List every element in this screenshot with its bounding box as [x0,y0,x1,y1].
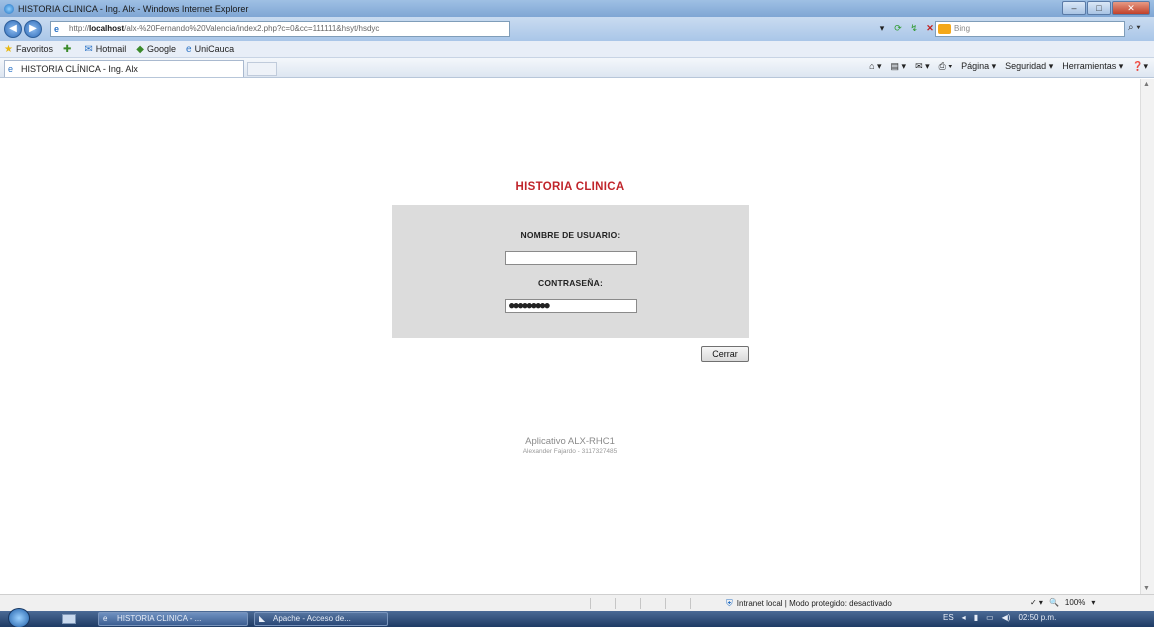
maximize-button[interactable]: □ [1087,1,1111,15]
url-prefix: http:// [69,24,90,33]
status-bar: ⛨ Intranet local | Modo protegido: desac… [0,594,1154,611]
favorites-bar: ★ Favoritos ✚ ✉ Hotmail ◆ Google e UniCa… [0,41,1154,58]
search-icon[interactable]: ⌕ ▾ [1128,22,1141,33]
mail-icon[interactable]: ✉ ▾ [915,61,930,72]
taskbar-item-label: HISTORIA CLINICA - ... [117,614,202,623]
search-input[interactable]: Bing [935,21,1125,37]
protected-mode-icon: ✓ ▾ [1030,598,1043,607]
security-zone[interactable]: ⛨ Intranet local | Modo protegido: desac… [726,598,892,609]
fav-link-label: Google [146,44,177,54]
dropdown-icon[interactable]: ▾ [875,21,889,35]
bing-icon [938,24,951,34]
favorites-label: Favoritos [15,44,53,54]
window-title: HISTORIA CLINICA - Ing. Alx - Windows In… [18,3,249,14]
zoom-level: 100% [1064,598,1086,607]
tab-label: HISTORIA CLÍNICA - Ing. Alx [21,64,138,74]
zoom-control[interactable]: ✓ ▾ 🔍 100% ▾ [1030,598,1101,607]
url-path: /alx-%20Fernando%20Valencia/index2.php?c… [124,24,380,33]
page-title: HISTORIA CLINICA [515,181,625,193]
password-field[interactable]: ●●●●●●●●● [505,299,637,313]
favorites-star-icon: ★ [4,43,13,55]
add-favorite-button[interactable]: ✚ [63,44,74,55]
add-favorite-icon: ✚ [62,43,72,55]
taskbar: e HISTORIA CLINICA - ... ◣ Apache - Acce… [0,608,1154,627]
address-bar: ◀ ▶ e http://localhost/alx-%20Fernando%2… [0,17,1154,41]
fav-link-google[interactable]: ◆ Google [136,44,176,55]
security-zone-label: Intranet local | Modo protegido: desacti… [736,599,892,608]
password-label: CONTRASEÑA: [537,278,603,288]
back-button[interactable]: ◀ [4,20,22,38]
help-icon[interactable]: ❓▾ [1132,61,1148,72]
cerrar-button[interactable]: Cerrar [701,346,749,362]
login-panel: NOMBRE DE USUARIO: CONTRASEÑA: ●●●●●●●●● [392,205,749,338]
scroll-down-icon[interactable]: ▼ [1143,585,1150,592]
refresh-icon[interactable]: ⟳ [891,21,905,35]
monitor-icon[interactable]: ▭ [986,613,994,622]
volume-icon[interactable]: ◀) [1002,613,1011,622]
url-host: localhost [89,24,125,33]
username-label: NOMBRE DE USUARIO: [520,230,621,240]
tab-ie-icon: e [8,64,14,74]
window-titlebar: HISTORIA CLINICA - Ing. Alx - Windows In… [0,0,1154,17]
new-tab-button[interactable] [247,62,277,76]
home-icon[interactable]: ⌂ ▾ [869,61,881,72]
tray-arrow-icon[interactable]: ◂ [962,613,966,622]
intranet-icon: ⛨ [726,598,733,608]
status-divider [665,598,666,609]
menu-herramientas[interactable]: Herramientas ▾ [1062,61,1123,72]
footer-author: Alexander Fajardo - 3117327485 [522,448,618,455]
forward-button[interactable]: ▶ [24,20,42,38]
zoom-icon: 🔍 [1048,598,1059,607]
status-divider [640,598,641,609]
username-field[interactable] [505,251,637,265]
system-tray: ES ◂ ▮ ▭ ◀) 02:50 p.m. [935,613,1056,622]
unicauca-icon: e [186,43,192,55]
search-placeholder: Bing [954,24,971,33]
page-viewport: HISTORIA CLINICA NOMBRE DE USUARIO: CONT… [0,79,1140,594]
minimize-button[interactable]: – [1062,1,1086,15]
favorites-button[interactable]: ★ Favoritos [4,44,53,55]
clock[interactable]: 02:50 p.m. [1018,613,1056,622]
page-ie-icon: e [54,24,60,34]
ie-icon [4,3,14,14]
tab-bar: e HISTORIA CLÍNICA - Ing. Alx ⌂ ▾ ▤ ▾ ✉ … [0,58,1154,78]
fav-link-label: Hotmail [95,44,127,54]
zoom-dropdown-icon: ▾ [1091,598,1096,607]
status-divider [690,598,691,609]
hotmail-icon: ✉ [84,43,93,55]
google-icon: ◆ [136,43,144,55]
menu-pagina[interactable]: Página ▾ [961,61,996,72]
forward-icon: ▶ [29,23,37,34]
close-window-button[interactable]: ✕ [1112,1,1150,15]
tab-historia-clinica[interactable]: e HISTORIA CLÍNICA - Ing. Alx [4,60,244,77]
taskbar-item-ie[interactable]: e HISTORIA CLINICA - ... [98,612,248,626]
back-icon: ◀ [9,23,17,34]
show-desktop-icon[interactable] [62,614,76,624]
taskbar-ie-icon: e [103,614,108,623]
address-tools: ▾ ⟳ ↯ ✕ [875,21,939,35]
taskbar-item-apache[interactable]: ◣ Apache - Acceso de... [254,612,388,626]
feeds-icon[interactable]: ▤ ▾ [891,61,907,72]
footer-app-name: Aplicativo ALX-RHC1 [525,436,615,447]
language-icon[interactable]: ES [943,613,954,622]
start-orb-icon[interactable] [8,608,30,627]
scroll-up-icon[interactable]: ▲ [1143,81,1150,88]
menu-seguridad[interactable]: Seguridad ▾ [1005,61,1053,72]
taskbar-item-label: Apache - Acceso de... [273,614,351,623]
fav-link-unicauca[interactable]: e UniCauca [186,44,234,55]
vertical-scrollbar[interactable]: ▲ ▼ [1140,79,1154,594]
window-controls: – □ ✕ [1061,1,1150,15]
url-input[interactable]: e http://localhost/alx-%20Fernando%20Val… [50,21,510,37]
status-divider [615,598,616,609]
apache-icon: ◣ [259,614,266,623]
fav-link-label: UniCauca [194,44,235,54]
compat-icon[interactable]: ↯ [907,21,921,35]
network-icon[interactable]: ▮ [974,613,978,622]
command-bar: ⌂ ▾ ▤ ▾ ✉ ▾ ⎙ ▾ Página ▾ Seguridad ▾ Her… [860,61,1148,72]
print-icon[interactable]: ⎙ ▾ [939,61,952,72]
status-divider [590,598,591,609]
fav-link-hotmail[interactable]: ✉ Hotmail [84,44,126,55]
